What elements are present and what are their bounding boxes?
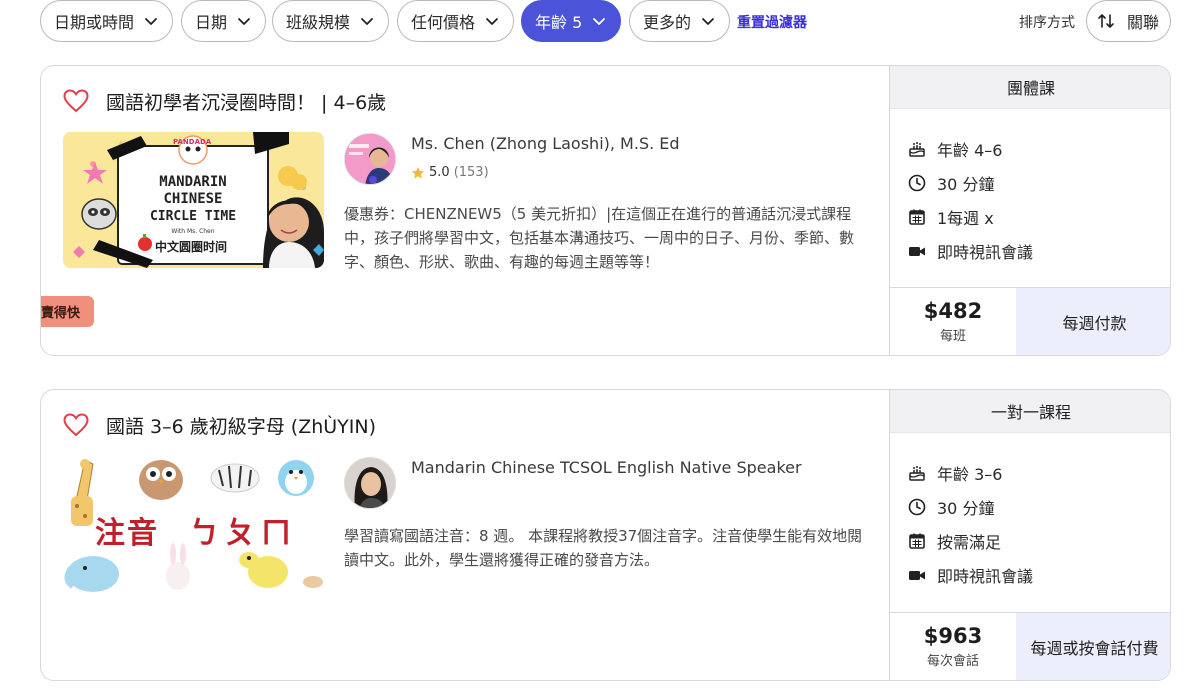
teacher-name[interactable]: Mandarin Chinese TCSOL English Native Sp…	[411, 458, 802, 477]
filter-bar: 日期或時間 日期 班級規模 任何價格 年齡 5 更多的 重置過濾器 排序方式 關…	[0, 0, 1200, 42]
chevron-down-icon	[702, 18, 714, 25]
class-type: 一對一課程	[890, 390, 1170, 433]
sort-icon	[1098, 14, 1114, 28]
teacher-rating: 5.0 (153)	[411, 165, 489, 180]
price-row: $963 每次會話 每週或按會話付費	[890, 612, 1170, 680]
video-camera-icon	[908, 242, 926, 260]
sort-label: 排序方式	[1019, 15, 1075, 31]
class-card-main: 國語初學者沉浸圈時間！ | 4–6歲 PANDADA MANDARIN CHIN…	[41, 66, 889, 355]
fact-age: 年齡 3–6	[908, 456, 1033, 490]
teacher-avatar[interactable]	[344, 133, 396, 185]
price-value: $482	[923, 299, 983, 323]
chevron-down-icon	[361, 18, 373, 25]
filter-label: 任何價格	[411, 13, 476, 32]
filter-label: 日期或時間	[54, 13, 135, 32]
pay-option-button[interactable]: 每週付款	[1016, 288, 1170, 355]
fact-duration-text: 30 分鐘	[937, 499, 995, 518]
class-card-main: 國語 3–6 歲初級字母 (ZhÙYIN) 注音 ㄅㄆㄇ Mandarin Ch…	[41, 390, 889, 680]
fact-age-text: 年齡 3–6	[937, 465, 1003, 484]
price-value: $963	[923, 624, 983, 648]
chevron-down-icon	[593, 18, 606, 25]
reset-filters-link[interactable]: 重置過濾器	[737, 12, 807, 32]
pay-option-button[interactable]: 每週或按會話付費	[1016, 613, 1170, 680]
class-description: 學習讀寫國語注音：8 週。 本課程將教授37個注音字。注音使學生能有效地閱讀中文…	[344, 527, 863, 569]
price-box: $482 每班	[890, 288, 1016, 355]
age-icon	[908, 140, 926, 158]
price-box: $963 每次會話	[890, 613, 1016, 680]
fact-frequency-text: 按需滿足	[937, 533, 1002, 552]
fact-duration-text: 30 分鐘	[937, 175, 995, 194]
thumbnail-with: With Ms. Chen	[171, 228, 215, 235]
fact-frequency-text: 1每週 x	[937, 209, 994, 228]
class-card[interactable]: 國語初學者沉浸圈時間！ | 4–6歲 PANDADA MANDARIN CHIN…	[40, 65, 1171, 356]
teacher-avatar-image	[345, 134, 395, 184]
fact-duration: 30 分鐘	[908, 166, 1033, 200]
fact-format: 即時視訊會議	[908, 558, 1033, 592]
thumbnail-title-line2: CHINESE	[163, 191, 223, 207]
price-unit: 每次會話	[926, 654, 979, 669]
class-card-sidebar: 一對一課程 年齡 3–6 30 分鐘 按需滿足 即時視訊會議 $963 每次會話…	[889, 390, 1170, 680]
review-count: (153)	[453, 165, 489, 180]
filter-age[interactable]: 年齡 5	[521, 0, 622, 42]
age-icon	[908, 464, 926, 482]
chevron-down-icon	[486, 18, 498, 25]
class-description: 優惠券：CHENZNEW5（5 美元折扣）|在這個正在進行的普通話沉浸式課程中，…	[344, 205, 855, 271]
chevron-down-icon	[145, 18, 157, 25]
video-camera-icon	[908, 566, 926, 584]
heart-icon[interactable]	[63, 89, 89, 113]
class-title[interactable]: 國語 3–6 歲初級字母 (ZhÙYIN)	[106, 412, 376, 439]
class-card-sidebar: 團體課 年齡 4–6 30 分鐘 1每週 x 即時視訊會議 $482 每班 每週…	[889, 66, 1170, 355]
class-thumbnail[interactable]: 注音 ㄅㄆㄇ	[63, 456, 324, 592]
class-thumbnail[interactable]: PANDADA MANDARIN CHINESE CIRCLE TIME Wit…	[63, 132, 324, 268]
clock-icon	[908, 174, 926, 192]
fact-format-text: 即時視訊會議	[937, 567, 1034, 586]
chevron-down-icon	[238, 18, 250, 25]
selling-fast-badge: 賣得快	[41, 296, 95, 327]
filter-date-or-time[interactable]: 日期或時間	[40, 0, 174, 42]
filter-class-size[interactable]: 班級規模	[272, 0, 390, 42]
filter-label: 更多的	[643, 13, 692, 32]
filter-label: 日期	[195, 13, 228, 32]
star-icon	[412, 166, 424, 179]
sort-button[interactable]: 關聯	[1086, 0, 1171, 42]
class-title[interactable]: 國語初學者沉浸圈時間！ | 4–6歲	[106, 88, 386, 115]
teacher-name[interactable]: Ms. Chen (Zhong Laoshi), M.S. Ed	[411, 134, 680, 153]
filter-price[interactable]: 任何價格	[397, 0, 515, 42]
filter-date[interactable]: 日期	[181, 0, 267, 42]
filter-label: 班級規模	[286, 13, 351, 32]
fact-format: 即時視訊會議	[908, 234, 1033, 268]
thumbnail-symbols: ㄅㄆㄇ	[189, 516, 297, 551]
filter-label: 年齡 5	[535, 13, 583, 32]
sort-value: 關聯	[1127, 13, 1160, 32]
fact-age-text: 年齡 4–6	[937, 141, 1003, 160]
thumbnail-zhuyin: 注音	[95, 516, 159, 551]
price-row: $482 每班 每週付款	[890, 287, 1170, 355]
teacher-avatar-image	[345, 458, 395, 508]
rating-value: 5.0	[429, 165, 450, 180]
clock-icon	[908, 498, 926, 516]
fact-frequency: 按需滿足	[908, 524, 1033, 558]
fact-frequency: 1每週 x	[908, 200, 1033, 234]
price-unit: 每班	[939, 329, 966, 344]
heart-icon[interactable]	[63, 413, 89, 437]
thumbnail-title-line3: CIRCLE TIME	[149, 209, 237, 224]
thumbnail-chinese: 中文圆圈时间	[155, 240, 228, 254]
class-card[interactable]: 國語 3–6 歲初級字母 (ZhÙYIN) 注音 ㄅㄆㄇ Mandarin Ch…	[40, 389, 1171, 681]
teacher-avatar[interactable]	[344, 457, 396, 509]
fact-age: 年齡 4–6	[908, 132, 1033, 166]
thumbnail-title-line1: MANDARIN	[159, 174, 227, 190]
class-facts: 年齡 3–6 30 分鐘 按需滿足 即時視訊會議	[908, 456, 1033, 592]
fact-format-text: 即時視訊會議	[937, 243, 1034, 262]
thumbnail-brand: PANDADA	[173, 138, 212, 146]
class-facts: 年齡 4–6 30 分鐘 1每週 x 即時視訊會議	[908, 132, 1033, 268]
fact-duration: 30 分鐘	[908, 490, 1033, 524]
filter-more[interactable]: 更多的	[629, 0, 731, 42]
calendar-icon	[908, 532, 926, 550]
class-type: 團體課	[890, 66, 1170, 109]
calendar-icon	[908, 208, 926, 226]
